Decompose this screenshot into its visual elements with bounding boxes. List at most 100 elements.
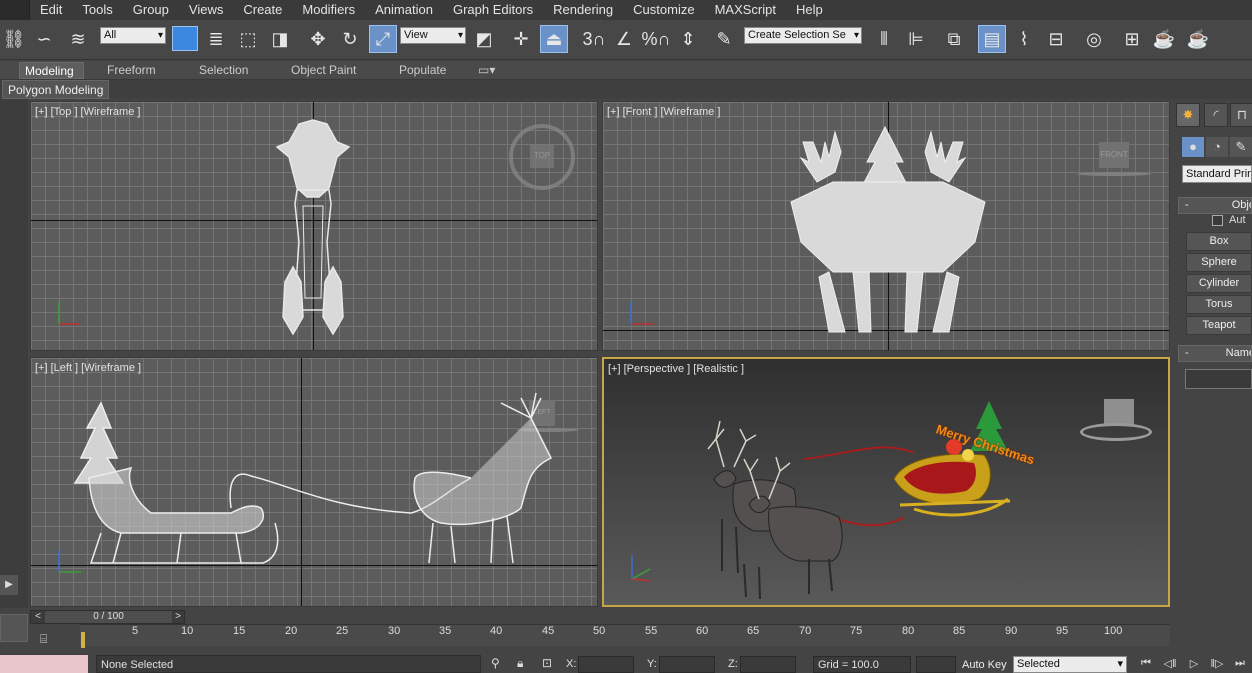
teapot-button[interactable]: Teapot <box>1186 316 1252 335</box>
isolate-selection-icon[interactable]: ⚲ <box>491 656 500 670</box>
status-bar: None Selected ⚲ 🔒︎ ⊡ X: Y: Z: Grid = 100… <box>0 653 1252 673</box>
polygon-modeling-panel[interactable]: Polygon Modeling <box>2 80 110 99</box>
play-icon[interactable]: ▷ <box>1184 657 1204 670</box>
key-filter-icon[interactable]: ⌸ <box>40 632 62 646</box>
named-selection-dropdown[interactable]: Create Selection Se <box>744 27 862 44</box>
sphere-button[interactable]: Sphere <box>1186 253 1252 272</box>
name-color-rollout[interactable]: - Name <box>1178 345 1252 362</box>
tab-populate[interactable]: Populate <box>399 62 446 79</box>
expand-arrow-icon[interactable]: ▶ <box>0 575 18 595</box>
link-icon[interactable]: ⛓ <box>0 25 28 53</box>
align-icon[interactable]: ⊫ <box>902 25 930 53</box>
menu-edit[interactable]: Edit <box>30 0 72 20</box>
lock-icon[interactable]: 🔒︎ <box>517 656 523 671</box>
menu-customize[interactable]: Customize <box>623 0 704 20</box>
layer-manager-icon[interactable]: ⧉ <box>940 25 968 53</box>
set-key-button[interactable] <box>916 656 956 673</box>
geometry-icon[interactable]: ● <box>1182 137 1204 157</box>
menu-help[interactable]: Help <box>786 0 833 20</box>
autogrid-checkbox[interactable] <box>1212 215 1223 226</box>
lights-icon[interactable]: ✎ <box>1230 137 1252 157</box>
absolute-mode-icon[interactable]: ⊡ <box>542 656 552 670</box>
mini-curve-editor-icon[interactable] <box>0 614 28 642</box>
box-button[interactable]: Box <box>1186 232 1252 251</box>
select-manipulate-icon[interactable]: ✛ <box>507 25 535 53</box>
modify-tab-icon[interactable]: ◜ <box>1204 103 1228 127</box>
angle-snap-icon[interactable]: ∠ <box>610 25 638 53</box>
keyboard-shortcut-override-icon[interactable]: ⏏ <box>540 25 568 53</box>
menu-maxscript[interactable]: MAXScript <box>705 0 786 20</box>
rendered-frame-window-icon[interactable]: ☕ <box>1150 25 1178 53</box>
viewport-left[interactable]: [+] [Left ] [Wireframe ] LEFT <box>30 357 598 607</box>
hierarchy-tab-icon[interactable]: ⊓ <box>1230 103 1252 127</box>
tab-modeling[interactable]: Modeling <box>19 62 84 79</box>
tab-object-paint[interactable]: Object Paint <box>291 62 356 79</box>
scale-icon[interactable]: ⤢ <box>369 25 397 53</box>
y-coordinate-field[interactable] <box>659 656 715 673</box>
menu-views[interactable]: Views <box>179 0 233 20</box>
next-key-icon[interactable]: ‖▷ <box>1207 657 1227 670</box>
unlink-icon[interactable]: ∽ <box>30 25 58 53</box>
x-coordinate-field[interactable] <box>578 656 634 673</box>
go-to-end-icon[interactable]: ⏭ <box>1230 657 1250 670</box>
render-setup-icon[interactable]: ⊞ <box>1118 25 1146 53</box>
object-name-input[interactable] <box>1185 369 1252 389</box>
viewport-top[interactable]: [+] [Top ] [Wireframe ] TOP <box>30 101 598 351</box>
mirror-icon[interactable]: ⫴ <box>870 25 898 53</box>
previous-frame-icon[interactable]: < <box>31 610 45 624</box>
move-icon[interactable]: ✥ <box>304 25 332 53</box>
rotate-icon[interactable]: ↻ <box>336 25 364 53</box>
create-tab-icon[interactable]: ✸ <box>1176 103 1200 127</box>
menu-animation[interactable]: Animation <box>365 0 443 20</box>
curve-editor-icon[interactable]: ⌇ <box>1010 25 1038 53</box>
key-mode-dropdown[interactable]: Selected <box>1013 656 1127 673</box>
tab-freeform[interactable]: Freeform <box>107 62 156 79</box>
go-to-start-icon[interactable]: ⏮ <box>1136 657 1156 670</box>
cylinder-button[interactable]: Cylinder <box>1186 274 1252 293</box>
reference-coord-dropdown[interactable]: View <box>400 27 466 44</box>
grid-size: Grid = 100.0 <box>813 656 911 673</box>
viewport-front[interactable]: [+] [Front ] [Wireframe ] FRONT <box>602 101 1170 351</box>
selection-color-swatch[interactable] <box>172 26 198 51</box>
rollout-title: Name <box>1225 347 1251 359</box>
pivot-center-icon[interactable]: ◩ <box>470 25 498 53</box>
tick-label: 10 <box>181 625 194 637</box>
object-type-rollout[interactable]: - Obje <box>1178 197 1252 214</box>
ribbon-panel-bar: Polygon Modeling <box>0 80 1252 99</box>
menu-graph-editors[interactable]: Graph Editors <box>443 0 543 20</box>
viewport-perspective[interactable]: [+] [Perspective ] [Realistic ] Merry Ch… <box>602 357 1170 607</box>
menu-rendering[interactable]: Rendering <box>543 0 623 20</box>
app-menu-icon[interactable] <box>0 0 30 20</box>
track-bar[interactable]: 5 10 15 20 25 30 35 40 45 50 55 60 65 70… <box>80 624 1170 646</box>
previous-key-icon[interactable]: ◁‖ <box>1160 657 1180 670</box>
selection-filter-dropdown[interactable]: All <box>100 27 166 44</box>
percent-snap-icon[interactable]: % ∩ <box>642 25 671 53</box>
menu-modifiers[interactable]: Modifiers <box>292 0 365 20</box>
z-coordinate-field[interactable] <box>740 656 796 673</box>
bind-space-warp-icon[interactable]: ≋ <box>64 25 92 53</box>
menu-tools[interactable]: Tools <box>72 0 122 20</box>
torus-button[interactable]: Torus <box>1186 295 1252 314</box>
shapes-icon[interactable]: ◔ <box>1206 137 1228 157</box>
select-by-name-icon[interactable]: ≣ <box>202 25 230 53</box>
window-crossing-icon[interactable]: ◨ <box>266 25 294 53</box>
current-frame-marker[interactable] <box>81 632 85 648</box>
next-frame-icon[interactable]: > <box>171 610 185 624</box>
auto-key-button[interactable]: Auto Key <box>962 659 1007 671</box>
material-editor-icon[interactable]: ◎ <box>1080 25 1108 53</box>
tab-selection[interactable]: Selection <box>199 62 248 79</box>
rectangle-select-icon[interactable]: ⬚ <box>234 25 262 53</box>
ribbon-options-icon[interactable]: ▭▾ <box>478 62 495 79</box>
time-slider[interactable]: < 0 / 100 > <box>30 610 185 624</box>
snaps-toggle-icon[interactable]: 3 ∩ <box>580 25 608 53</box>
maxscript-listener[interactable] <box>0 655 88 673</box>
scene-explorer-icon[interactable]: ▤ <box>978 25 1006 53</box>
tick-label: 20 <box>285 625 298 637</box>
menu-create[interactable]: Create <box>233 0 292 20</box>
object-category-dropdown[interactable]: Standard Prim <box>1182 165 1252 183</box>
spinner-snap-icon[interactable]: ⇕ <box>674 25 702 53</box>
render-production-icon[interactable]: ☕ <box>1184 25 1212 53</box>
menu-group[interactable]: Group <box>123 0 179 20</box>
edit-named-selection-icon[interactable]: ✎ <box>710 25 738 53</box>
schematic-view-icon[interactable]: ⊟ <box>1042 25 1070 53</box>
